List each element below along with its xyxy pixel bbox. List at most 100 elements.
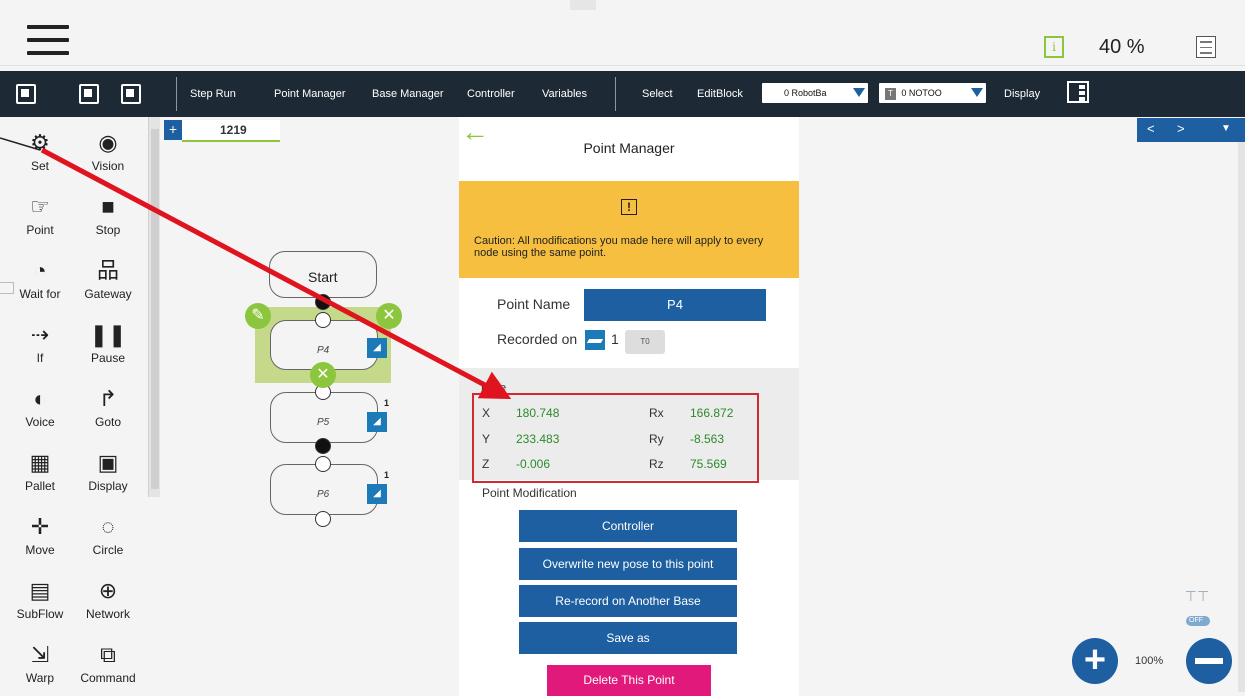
select-button[interactable]: Select <box>642 88 673 100</box>
stop-icon: ■ <box>101 194 115 219</box>
tool-select[interactable]: T 0 NOTOO <box>879 83 986 103</box>
zoom-level: 100% <box>1135 655 1164 667</box>
tool-icon: T <box>885 88 896 100</box>
save-project-icon[interactable] <box>121 84 141 104</box>
palette-item-wait-for[interactable]: ◔ Wait for <box>10 256 70 301</box>
edit-node-icon[interactable]: ✎ <box>245 303 271 329</box>
palette-item-label: Stop <box>95 223 121 237</box>
palette-item-pallet[interactable]: ▦ Pallet <box>10 448 70 493</box>
palette-item-point[interactable]: ☞ Point <box>10 192 70 237</box>
point-name-label: Point Name <box>497 296 571 312</box>
controller-button[interactable]: Controller <box>467 88 515 100</box>
log-icon[interactable] <box>1196 36 1216 58</box>
network-icon: ⊕ <box>98 578 118 603</box>
start-node[interactable]: Start <box>269 251 377 298</box>
palette-item-warp[interactable]: ⇲ Warp <box>10 640 70 685</box>
subflow-icon: ▤ <box>29 578 51 603</box>
palette-item-move[interactable]: ✛ Move <box>10 512 70 557</box>
palette-item-if[interactable]: ⇢ If <box>10 320 70 365</box>
delete-point-button[interactable]: Delete This Point <box>547 665 711 696</box>
connector-dot[interactable] <box>315 312 331 328</box>
tool-select-value: 0 NOTOO <box>901 88 942 98</box>
editblock-button[interactable]: EditBlock <box>697 88 743 100</box>
palette-item-gateway[interactable]: 品 Gateway <box>78 256 138 301</box>
overwrite-pose-button[interactable]: Overwrite new pose to this point <box>519 548 737 580</box>
pose-value-ry: -8.563 <box>690 432 725 446</box>
save-as-button[interactable]: Save as <box>519 622 737 654</box>
canvas-scrollbar[interactable] <box>1238 142 1245 692</box>
controller-button[interactable]: Controller <box>519 510 737 542</box>
palette-item-stop[interactable]: ■ Stop <box>78 192 138 237</box>
chevron-down-icon[interactable]: ▼ <box>1221 123 1231 134</box>
previous-button[interactable]: < <box>1147 121 1155 136</box>
display-layout-icon[interactable] <box>1067 81 1089 103</box>
point-name-field[interactable]: P4 <box>584 289 766 321</box>
connector-dot[interactable] <box>315 456 331 472</box>
variables-button[interactable]: Variables <box>542 88 587 100</box>
display-button[interactable]: Display <box>1004 88 1040 100</box>
goto-icon: ↱ <box>98 386 118 411</box>
connector-dot[interactable] <box>315 294 331 310</box>
toolbar-divider <box>615 77 616 111</box>
remove-link-icon[interactable]: ✕ <box>310 362 336 388</box>
palette-item-network[interactable]: ⊕ Network <box>78 576 138 621</box>
recorded-base-number: 1 <box>611 331 619 347</box>
info-icon[interactable]: i <box>1044 36 1064 58</box>
main-toolbar: Step Run Point Manager Base Manager Cont… <box>0 71 1245 117</box>
new-project-icon[interactable] <box>16 84 36 104</box>
point-manager-button[interactable]: Point Manager <box>274 88 346 100</box>
open-project-icon[interactable] <box>79 84 99 104</box>
step-run-button[interactable]: Step Run <box>190 88 236 100</box>
re-record-button[interactable]: Re-record on Another Base <box>519 585 737 617</box>
collapse-handle[interactable] <box>0 282 14 294</box>
palette-item-subflow[interactable]: ▤ SubFlow <box>10 576 70 621</box>
voice-icon: ◐ <box>33 386 47 411</box>
palette-item-goto[interactable]: ↱ Goto <box>78 384 138 429</box>
palette-item-label: Network <box>85 607 130 621</box>
next-button[interactable]: > <box>1177 121 1185 136</box>
base-select[interactable]: 0 RobotBa <box>762 83 868 103</box>
pause-icon: ❚❚ <box>89 322 127 347</box>
io-toggle[interactable]: ⊤⊤ OFF <box>1172 588 1222 630</box>
move-icon: ✛ <box>30 514 50 539</box>
command-icon: ⧉ <box>100 642 116 667</box>
hamburger-menu-icon[interactable] <box>27 25 69 61</box>
zoom-in-button[interactable]: + <box>1072 638 1118 684</box>
delete-node-icon[interactable]: ✕ <box>376 303 402 329</box>
base-count: 1 <box>384 470 390 480</box>
status-bar: i 40 % <box>0 0 1245 66</box>
node-label: P6 <box>317 489 330 500</box>
warning-icon: ! <box>621 199 637 215</box>
gateway-icon: 品 <box>96 258 119 283</box>
palette-scrollbar[interactable] <box>148 117 160 497</box>
palette-item-label: Point <box>26 223 54 237</box>
palette-item-label: Warp <box>25 671 55 685</box>
speed-readout[interactable]: 40 % <box>1099 36 1145 59</box>
palette-item-label: Set <box>30 159 49 173</box>
palette-item-command[interactable]: ⧉ Command <box>78 640 138 685</box>
add-tab-button[interactable]: + <box>164 120 182 140</box>
palette-item-label: Move <box>25 543 55 557</box>
connector-dot[interactable] <box>315 438 331 454</box>
canvas-nav: < > ▼ <box>1137 118 1245 142</box>
connector-dot[interactable] <box>315 511 331 527</box>
start-node-label: Start <box>308 269 338 285</box>
pose-value-rz: 75.569 <box>690 457 727 471</box>
zoom-out-button[interactable] <box>1186 638 1232 684</box>
network-toggle-icon: ⊤⊤ <box>1184 588 1210 604</box>
set-icon: ⚙ <box>30 130 50 155</box>
palette-item-set[interactable]: ⚙ Set <box>10 128 70 173</box>
tab-1219[interactable]: 1219 <box>182 120 280 142</box>
pose-value-z: -0.006 <box>516 457 551 471</box>
palette-item-pause[interactable]: ❚❚ Pause <box>78 320 138 365</box>
palette-item-vision[interactable]: ◉ Vision <box>78 128 138 173</box>
base-manager-button[interactable]: Base Manager <box>372 88 444 100</box>
palette-item-label: SubFlow <box>16 607 64 621</box>
palette-item-circle[interactable]: ◌ Circle <box>78 512 138 557</box>
palette-item-label: If <box>36 351 44 365</box>
palette-item-voice[interactable]: ◐ Voice <box>10 384 70 429</box>
palette-item-display[interactable]: ▣ Display <box>78 448 138 493</box>
base-icon: ◢ <box>367 338 387 358</box>
if-icon: ⇢ <box>30 322 50 347</box>
pose-axis-x: X <box>482 406 491 420</box>
